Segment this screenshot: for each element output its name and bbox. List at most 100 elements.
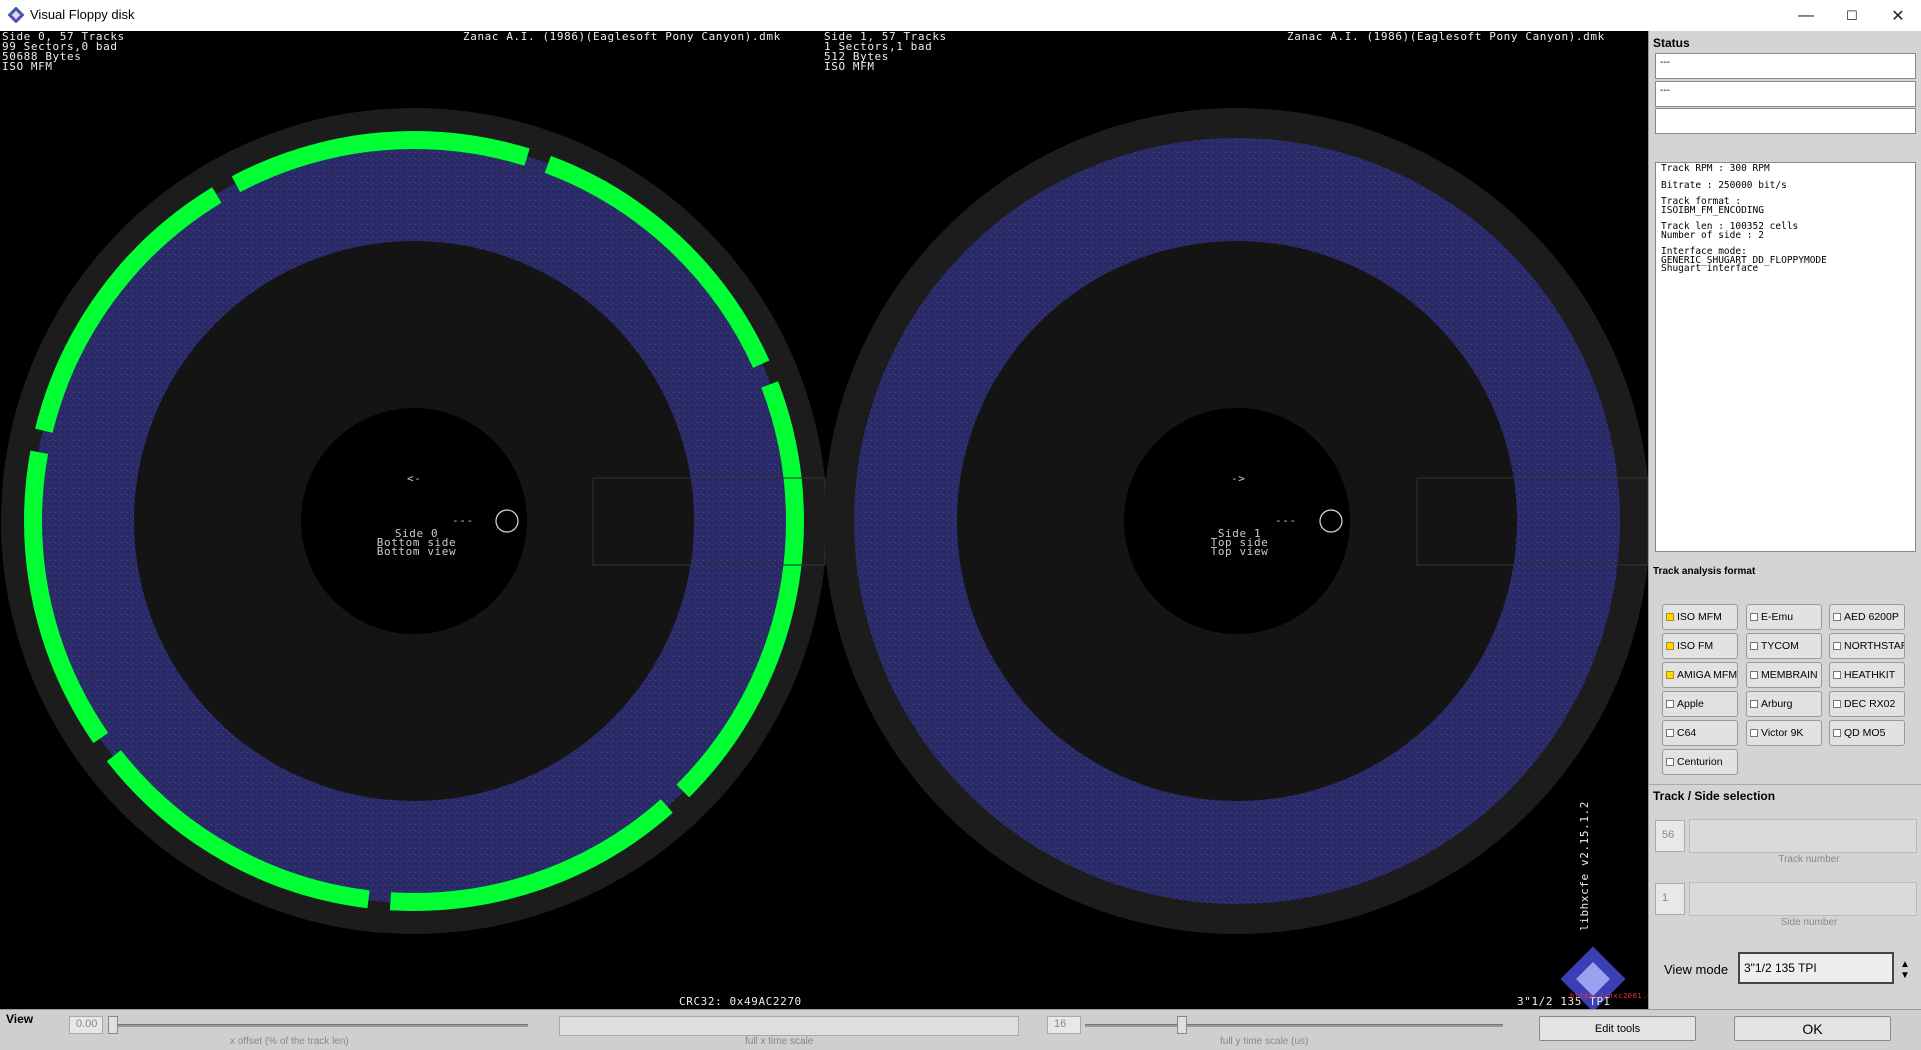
view-mode-label: View mode xyxy=(1664,962,1729,977)
format-label: TYCOM xyxy=(1761,640,1799,652)
format-aed-6200p-button[interactable]: AED 6200P xyxy=(1829,604,1905,630)
status-title: Status xyxy=(1653,36,1690,50)
track-number-value[interactable]: 56 xyxy=(1655,820,1685,852)
full-x-caption: full x time scale xyxy=(745,1036,814,1047)
checkbox-icon xyxy=(1833,642,1841,650)
track-analysis-title: Track analysis format xyxy=(1653,566,1756,577)
right-panel: Status --- --- Track RPM : 300 RPM Bitra… xyxy=(1648,31,1921,1009)
format-label: Centurion xyxy=(1677,756,1723,768)
close-button[interactable]: ✕ xyxy=(1875,0,1921,31)
format-label: HEATHKIT xyxy=(1844,669,1896,681)
status-field-2: --- xyxy=(1655,81,1916,107)
format-qd-mo5-button[interactable]: QD MO5 xyxy=(1829,720,1905,746)
track-side-title: Track / Side selection xyxy=(1653,789,1776,803)
left-disk[interactable] xyxy=(1,108,827,934)
edit-tools-button[interactable]: Edit tools xyxy=(1539,1016,1696,1041)
format-apple-button[interactable]: Apple xyxy=(1662,691,1738,717)
time-scale-slider[interactable] xyxy=(1085,1024,1503,1027)
disk-canvas[interactable] xyxy=(0,31,1648,1009)
format-label: Apple xyxy=(1677,698,1704,710)
right-filename: Zanac A.I. (1986)(Eaglesoft Pony Canyon)… xyxy=(1287,31,1605,43)
track-number-slider[interactable] xyxy=(1689,819,1917,853)
crc-label: CRC32: 0x49AC2270 xyxy=(679,995,802,1008)
side-number-value[interactable]: 1 xyxy=(1655,883,1685,915)
info-line: Shugart interface xyxy=(1661,263,1759,274)
x-offset-slider[interactable] xyxy=(110,1024,528,1027)
checkbox-icon xyxy=(1666,613,1674,621)
format-label: E-Emu xyxy=(1761,611,1794,623)
format-label: C64 xyxy=(1677,727,1697,739)
right-disk-hub xyxy=(1124,408,1350,634)
format-label: AMIGA MFM xyxy=(1677,669,1738,681)
minimize-button[interactable]: — xyxy=(1783,0,1829,31)
right-header-line-4: ISO MFM xyxy=(824,60,875,73)
x-offset-value[interactable]: 0.00 xyxy=(69,1016,103,1034)
info-line: ISOIBM_FM_ENCODING xyxy=(1661,204,1764,216)
checkbox-icon xyxy=(1666,700,1674,708)
checkbox-icon xyxy=(1833,613,1841,621)
x-offset-caption: x offset (% of the track len) xyxy=(230,1036,349,1047)
checkbox-icon xyxy=(1666,642,1674,650)
left-direction-arrow: <- xyxy=(407,472,422,485)
info-line: Track RPM : 300 RPM xyxy=(1661,163,1770,174)
format-tycom-button[interactable]: TYCOM xyxy=(1746,633,1822,659)
format-membrain-button[interactable]: MEMBRAIN xyxy=(1746,662,1822,688)
format-dec-rx02-button[interactable]: DEC RX02 xyxy=(1829,691,1905,717)
ok-button[interactable]: OK xyxy=(1734,1016,1891,1041)
left-view-name: Bottom view xyxy=(376,545,457,558)
version-label: libhxcfe v2.15.1.2 xyxy=(1578,800,1591,931)
side-number-label: Side number xyxy=(1780,917,1838,928)
left-header-line-4: ISO MFM xyxy=(2,60,53,73)
format-amiga-mfm-button[interactable]: AMIGA MFM xyxy=(1662,662,1738,688)
left-filename: Zanac A.I. (1986)(Eaglesoft Pony Canyon)… xyxy=(463,31,781,43)
format-heathkit-button[interactable]: HEATHKIT xyxy=(1829,662,1905,688)
select-arrows-icon[interactable]: ▲ ▼ xyxy=(1900,959,1910,981)
time-scale-caption: full y time scale (us) xyxy=(1220,1036,1309,1047)
full-x-scale-slider[interactable] xyxy=(559,1016,1019,1036)
format-label: MEMBRAIN xyxy=(1761,669,1818,681)
format-arburg-button[interactable]: Arburg xyxy=(1746,691,1822,717)
side-number-slider[interactable] xyxy=(1689,882,1917,916)
maximize-button[interactable]: ☐ xyxy=(1829,0,1875,31)
format-e-emu-button[interactable]: E-Emu xyxy=(1746,604,1822,630)
format-label: QD MO5 xyxy=(1844,727,1886,739)
format-c64-button[interactable]: C64 xyxy=(1662,720,1738,746)
checkbox-icon xyxy=(1833,700,1841,708)
status-field-3 xyxy=(1655,108,1916,134)
checkbox-icon xyxy=(1833,671,1841,679)
format-label: NORTHSTAR xyxy=(1844,640,1905,652)
floppy-app-icon xyxy=(8,7,24,23)
url-label[interactable]: https://hxc2001.com xyxy=(1570,991,1648,1001)
format-label: ISO MFM xyxy=(1677,611,1722,623)
view-section-label: View xyxy=(6,1012,34,1026)
format-label: DEC RX02 xyxy=(1844,698,1896,710)
checkbox-icon xyxy=(1666,729,1674,737)
format-iso-fm-button[interactable]: ISO FM xyxy=(1662,633,1738,659)
left-dash: --- xyxy=(452,514,474,527)
format-label: ISO FM xyxy=(1677,640,1714,652)
right-disk[interactable] xyxy=(824,108,1648,934)
format-victor-9k-button[interactable]: Victor 9K xyxy=(1746,720,1822,746)
track-info-box: Track RPM : 300 RPM Bitrate : 250000 bit… xyxy=(1655,162,1916,552)
view-mode-select[interactable]: 3"1/2 135 TPI xyxy=(1738,952,1894,984)
checkbox-icon xyxy=(1750,729,1758,737)
title-bar: Visual Floppy disk — ☐ ✕ xyxy=(0,0,1921,32)
info-line: Number of side : 2 xyxy=(1661,229,1764,241)
format-iso-mfm-button[interactable]: ISO MFM xyxy=(1662,604,1738,630)
disk-viewer[interactable]: Side 0, 57 Tracks 99 Sectors,0 bad 50688… xyxy=(0,31,1648,1009)
checkbox-icon xyxy=(1666,671,1674,679)
format-northstar-button[interactable]: NORTHSTAR xyxy=(1829,633,1905,659)
checkbox-icon xyxy=(1750,613,1758,621)
left-disk-hub xyxy=(301,408,527,634)
checkbox-icon xyxy=(1750,642,1758,650)
panel-divider xyxy=(1649,784,1921,785)
status-field-1: --- xyxy=(1655,53,1916,79)
time-scale-value[interactable]: 16 xyxy=(1047,1016,1081,1034)
checkbox-icon xyxy=(1750,671,1758,679)
bottom-bar: View 0.00 x offset (% of the track len) … xyxy=(0,1009,1921,1050)
format-centurion-button[interactable]: Centurion xyxy=(1662,749,1738,775)
track-number-label: Track number xyxy=(1778,854,1840,865)
time-scale-slider-thumb[interactable] xyxy=(1177,1016,1187,1034)
x-offset-slider-thumb[interactable] xyxy=(108,1016,118,1034)
info-line: Bitrate : 250000 bit/s xyxy=(1661,179,1787,191)
